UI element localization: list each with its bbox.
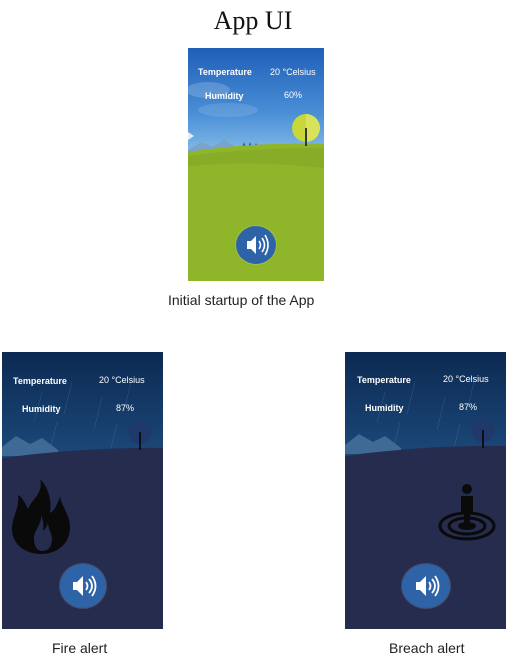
sound-button[interactable]: [236, 226, 276, 264]
temperature-value: 20 °Celsius: [443, 374, 489, 384]
temperature-value: 20 °Celsius: [270, 67, 316, 77]
startup-screen: Temperature 20 °Celsius Humidity 60%: [188, 48, 324, 281]
speaker-icon: [247, 234, 269, 256]
temperature-label: Temperature: [13, 376, 67, 386]
humidity-label: Humidity: [365, 403, 404, 413]
breach-alert-caption: Breach alert: [389, 640, 465, 656]
startup-caption: Initial startup of the App: [168, 292, 315, 308]
humidity-value: 87%: [459, 402, 478, 412]
breach-alert-screen: Temperature 20 °Celsius Humidity 87%: [345, 352, 506, 629]
speaker-icon: [416, 575, 440, 597]
fire-alert-screen: Temperature 20 °Celsius Humidity 87%: [2, 352, 163, 629]
speaker-icon: [73, 575, 97, 597]
sound-button[interactable]: [60, 564, 106, 608]
temperature-value: 20 °Celsius: [99, 375, 145, 385]
temperature-label: Temperature: [357, 375, 411, 385]
humidity-value: 87%: [116, 403, 135, 413]
fire-alert-caption: Fire alert: [52, 640, 108, 656]
page-title: App UI: [213, 6, 293, 35]
sound-button[interactable]: [402, 564, 450, 608]
person-target-icon: [438, 484, 496, 541]
humidity-label: Humidity: [22, 404, 61, 414]
humidity-value: 60%: [284, 90, 303, 100]
fire-icon: [12, 479, 70, 554]
humidity-label: Humidity: [205, 91, 244, 101]
temperature-label: Temperature: [198, 67, 252, 77]
